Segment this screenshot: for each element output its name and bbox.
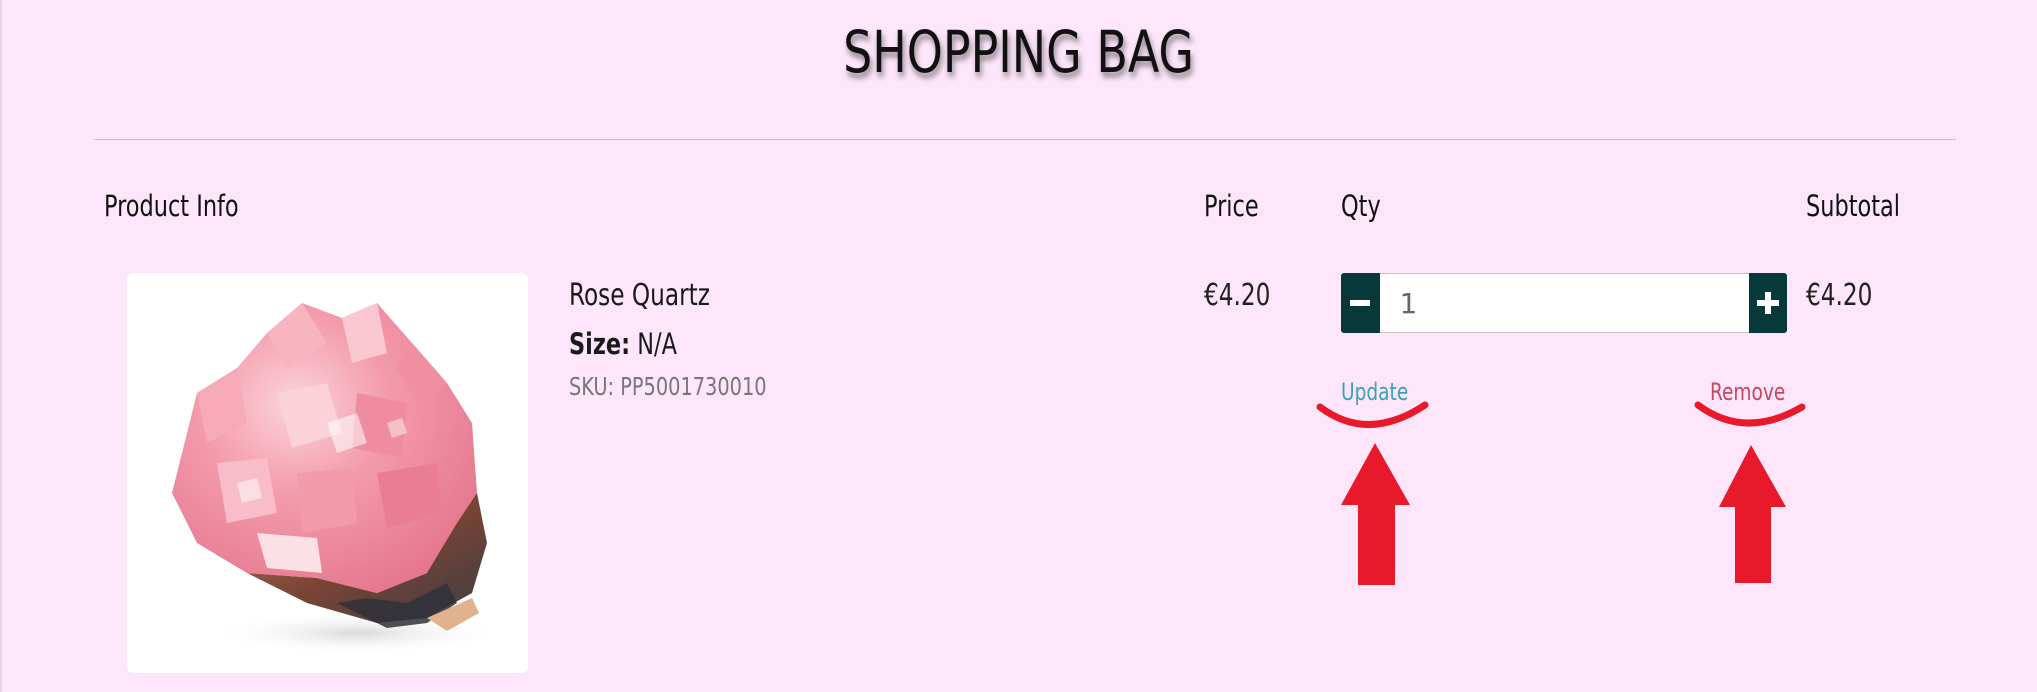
- update-annotation-arrow: [1316, 401, 1429, 585]
- quantity-input[interactable]: [1379, 273, 1749, 333]
- item-price: €4.20: [1204, 278, 1271, 313]
- column-header-subtotal: Subtotal: [1806, 189, 1901, 223]
- product-name: Rose Quartz: [569, 278, 710, 313]
- decrement-quantity-button[interactable]: [1341, 273, 1380, 333]
- minus-icon: [1350, 300, 1371, 306]
- product-image: [127, 273, 528, 673]
- plus-icon: [1756, 292, 1779, 314]
- size-value: N/A: [637, 327, 677, 361]
- product-sku: SKU: PP5001730010: [569, 372, 767, 401]
- remove-annotation-arrow: [1694, 401, 1806, 583]
- product-size: Size: N/A: [569, 327, 677, 361]
- increment-quantity-button[interactable]: [1748, 273, 1787, 333]
- page-left-border: [0, 0, 2, 692]
- column-header-qty: Qty: [1341, 189, 1381, 223]
- size-label: Size:: [569, 327, 631, 361]
- page-title: SHOPPING BAG: [843, 18, 1194, 86]
- item-subtotal: €4.20: [1806, 278, 1873, 313]
- update-link[interactable]: Update: [1341, 378, 1408, 406]
- rose-quartz-photo: [172, 303, 507, 655]
- column-header-price: Price: [1204, 189, 1259, 223]
- remove-link[interactable]: Remove: [1710, 378, 1785, 406]
- quantity-stepper: [1341, 273, 1787, 333]
- header-divider: [94, 139, 1956, 140]
- column-header-product-info: Product Info: [104, 189, 239, 223]
